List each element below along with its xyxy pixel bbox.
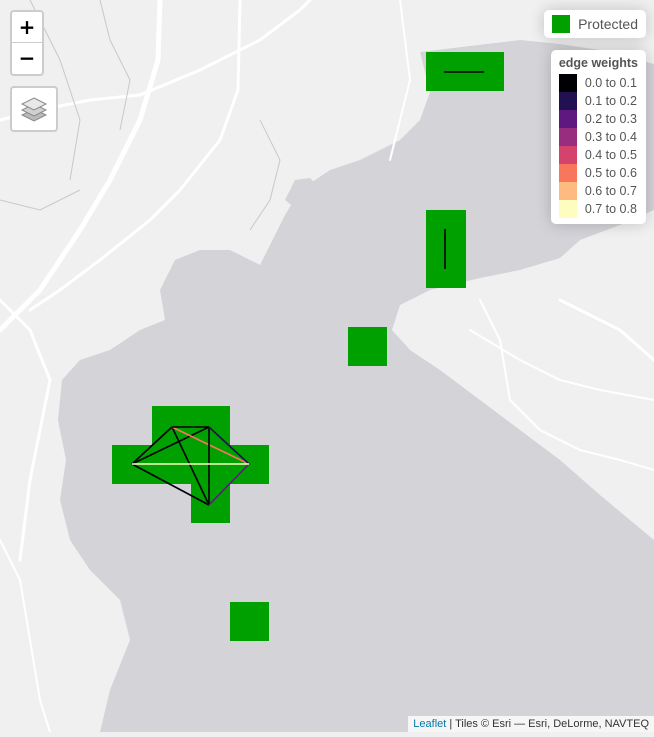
edge-weight-swatch <box>558 128 577 146</box>
edge-weight-label: 0.2 to 0.3 <box>584 112 637 126</box>
protected-label: Protected <box>578 16 638 32</box>
edge-weight-label: 0.3 to 0.4 <box>584 130 637 144</box>
protected-legend: Protected <box>544 10 646 38</box>
edge-weight-swatch <box>558 182 577 200</box>
zoom-in-button[interactable]: + <box>12 12 42 42</box>
edge-weight-swatch <box>558 92 577 110</box>
edge-weight-row: 0.2 to 0.3 <box>558 110 638 128</box>
protected-cell[interactable] <box>152 406 230 445</box>
edge-weight-label: 0.4 to 0.5 <box>584 148 637 162</box>
protected-cell[interactable] <box>230 602 269 641</box>
protected-swatch <box>552 15 571 33</box>
protected-cell[interactable] <box>426 210 466 288</box>
edge-weight-row: 0.4 to 0.5 <box>558 146 638 164</box>
edge-weight-row: 0.6 to 0.7 <box>558 182 638 200</box>
layers-icon <box>20 97 48 122</box>
edge-weight-swatch <box>558 146 577 164</box>
zoom-control: + − <box>10 10 44 76</box>
edge-weight-label: 0.7 to 0.8 <box>584 202 637 216</box>
zoom-out-button[interactable]: − <box>12 42 42 73</box>
edge-weight-row: 0.7 to 0.8 <box>558 200 638 218</box>
layers-control-button[interactable] <box>10 86 58 132</box>
edge-weight-swatch <box>558 200 577 218</box>
edge-weights-legend: edge weights 0.0 to 0.1 0.1 to 0.2 0.2 to … <box>550 50 646 224</box>
edge-weight-label: 0.0 to 0.1 <box>584 76 637 90</box>
edge-weight-swatch <box>558 74 577 92</box>
edge-weight-row: 0.0 to 0.1 <box>558 74 638 92</box>
edge-weights-rows: 0.0 to 0.1 0.1 to 0.2 0.2 to 0.3 0.3 to 0.4… <box>558 74 638 218</box>
edge-weight-swatch <box>558 164 577 182</box>
edge-weight-swatch <box>558 110 577 128</box>
edge-weight-row: 0.1 to 0.2 <box>558 92 638 110</box>
edge-weight-row: 0.3 to 0.4 <box>558 128 638 146</box>
edge-weight-row: 0.5 to 0.6 <box>558 164 638 182</box>
leaflet-link[interactable]: Leaflet <box>413 718 446 730</box>
edge-weight-label: 0.5 to 0.6 <box>584 166 637 180</box>
edge-weight-label: 0.1 to 0.2 <box>584 94 637 108</box>
edge-weight-label: 0.6 to 0.7 <box>584 184 637 198</box>
edge-weights-title: edge weights <box>558 56 638 70</box>
attribution-text: | Tiles © Esri — Esri, DeLorme, NAVTEQ <box>446 718 649 730</box>
protected-cell[interactable] <box>348 327 387 366</box>
attribution: Leaflet | Tiles © Esri — Esri, DeLorme, … <box>408 716 654 732</box>
